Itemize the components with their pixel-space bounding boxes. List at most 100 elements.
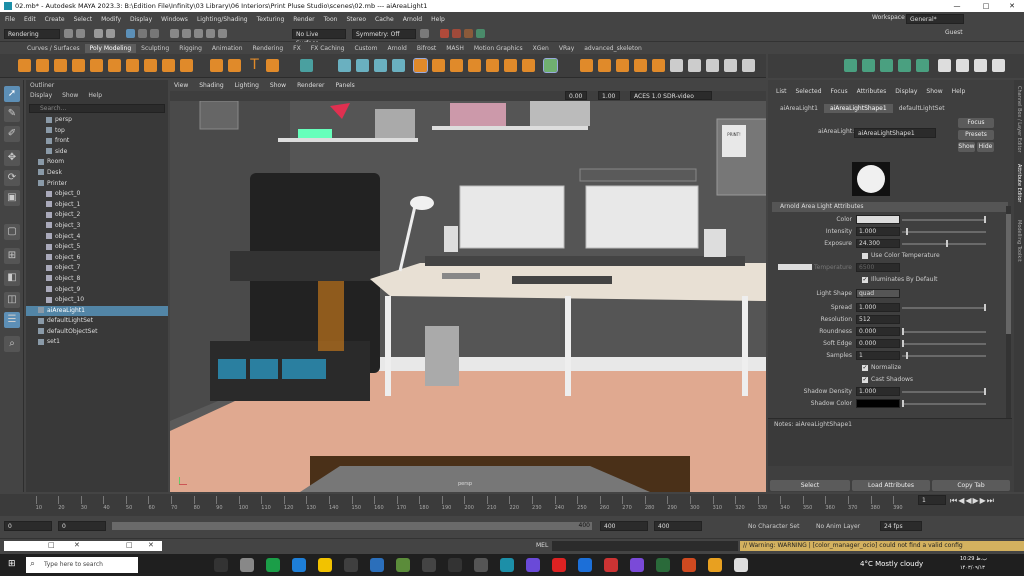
svg-icon[interactable] [266, 59, 279, 72]
close-icon[interactable]: ✕ [74, 541, 80, 549]
arnold-mesh-light-icon[interactable] [898, 59, 911, 72]
viewport-menu-item[interactable]: Panels [335, 82, 354, 89]
menu-edit[interactable]: Edit [24, 16, 36, 23]
delete-history-icon[interactable] [616, 59, 629, 72]
single-view-icon[interactable]: ▢ [4, 224, 20, 240]
torus-icon[interactable] [90, 59, 103, 72]
anim-layer-select[interactable]: No Anim Layer [816, 523, 860, 530]
center-pivot-icon[interactable] [580, 59, 593, 72]
outliner-item[interactable]: top [26, 126, 168, 137]
color-slider[interactable] [902, 216, 986, 223]
arnold-light-icon[interactable] [844, 59, 857, 72]
spread-slider[interactable] [902, 304, 986, 311]
current-frame-field[interactable]: 1 [918, 495, 946, 505]
app-white-icon[interactable] [734, 558, 748, 572]
snap-curve-icon[interactable] [182, 29, 191, 38]
menu-arnold[interactable]: Arnold [403, 16, 422, 23]
menu-create[interactable]: Create [45, 16, 65, 23]
four-view-icon[interactable]: ⊞ [4, 248, 20, 264]
load-attributes-button[interactable]: Load Attributes [852, 480, 930, 491]
menu-render[interactable]: Render [293, 16, 314, 23]
outliner-item[interactable]: object_2 [26, 210, 168, 221]
show-button[interactable]: Show [958, 142, 975, 152]
platonic-icon[interactable] [144, 59, 157, 72]
outliner-item[interactable]: defaultObjectSet [26, 327, 168, 338]
task-view-icon[interactable] [214, 558, 228, 572]
disc-icon[interactable] [126, 59, 139, 72]
lasso-tool-icon[interactable]: ✎ [4, 106, 20, 122]
select-object-icon[interactable] [138, 29, 147, 38]
outliner-item[interactable]: front [26, 136, 168, 147]
shelf-tab[interactable]: Motion Graphics [469, 44, 528, 53]
select-hierarchy-icon[interactable] [126, 29, 135, 38]
target-weld-icon[interactable] [522, 59, 535, 72]
select-button[interactable]: Select [770, 480, 850, 491]
outliner-menu-item[interactable]: Display [30, 92, 52, 102]
live-surface-field[interactable]: No Live Surface [292, 29, 346, 47]
symmetry-field[interactable]: Symmetry: Off [352, 29, 416, 39]
windows-start-icon[interactable]: ⊞ [8, 559, 16, 569]
render-settings-icon[interactable] [464, 29, 473, 38]
menu-toon[interactable]: Toon [324, 16, 338, 23]
uv-editor-icon[interactable] [543, 58, 558, 73]
shelf-tab[interactable]: Rigging [174, 44, 207, 53]
spread-field[interactable]: 1.000 [856, 303, 900, 312]
snap-grid-icon[interactable] [170, 29, 179, 38]
paint-select-icon[interactable]: ✐ [4, 126, 20, 142]
snap-point-icon[interactable] [194, 29, 203, 38]
range-slider[interactable]: 400 [112, 522, 592, 530]
ipr-render-icon[interactable] [452, 29, 461, 38]
arnold-flush-icon[interactable] [992, 59, 1005, 72]
app-dark-icon[interactable] [422, 558, 436, 572]
save-icon[interactable] [76, 29, 85, 38]
select-component-icon[interactable] [150, 29, 159, 38]
reverse-normal-icon[interactable] [634, 59, 647, 72]
app-leaf-icon[interactable] [396, 558, 410, 572]
arnold-photometric-icon[interactable] [916, 59, 929, 72]
restore-icon[interactable]: □ [126, 541, 133, 549]
minimized-window-1[interactable]: □ ✕ [4, 541, 98, 551]
mel-label[interactable]: MEL [536, 542, 548, 549]
cone-icon[interactable] [72, 59, 85, 72]
copy-tab-button[interactable]: Copy Tab [932, 480, 1010, 491]
attr-menu-item[interactable]: Display [895, 88, 917, 95]
unparent-icon[interactable] [724, 59, 737, 72]
clock-date[interactable]: ۱۴۰۳/۰۹/۱۳ [960, 565, 985, 571]
restore-icon[interactable]: □ [48, 541, 55, 549]
construction-history-icon[interactable] [420, 29, 429, 38]
undo-icon[interactable] [94, 29, 103, 38]
attr-tab[interactable]: aiAreaLight1 [774, 104, 824, 113]
plane-icon[interactable] [108, 59, 121, 72]
outliner-menu-item[interactable]: Help [88, 92, 102, 102]
app-gray-icon[interactable] [448, 558, 462, 572]
account-label[interactable]: Guest [945, 29, 963, 36]
multi-cut-icon[interactable] [504, 59, 517, 72]
attr-menu-item[interactable]: List [776, 88, 787, 95]
shelf-tab[interactable]: VRay [554, 44, 579, 53]
menu-texturing[interactable]: Texturing [257, 16, 285, 23]
attr-menu-item[interactable]: Selected [796, 88, 822, 95]
normalize-checkbox[interactable]: ✓ [862, 364, 868, 371]
use-color-temp-row[interactable]: Use Color Temperature [768, 250, 1008, 261]
minimize-button[interactable]: — [945, 0, 969, 12]
app-orange-icon[interactable] [682, 558, 696, 572]
rotate-tool-icon[interactable]: ⟳ [4, 170, 20, 186]
insert-loop-icon[interactable] [486, 59, 499, 72]
shelf-tab[interactable]: Poly Modeling [84, 43, 137, 53]
outliner-item[interactable]: object_8 [26, 274, 168, 285]
minimized-window-2[interactable]: □ ✕ [90, 541, 162, 551]
notes-area[interactable]: Notes: aiAreaLightShape1 [768, 418, 1012, 466]
parent-icon[interactable] [706, 59, 719, 72]
arnold-texture-icon[interactable] [956, 59, 969, 72]
taskbar-search-input[interactable]: Type here to search [26, 557, 138, 573]
close-button[interactable]: ✕ [1000, 0, 1024, 12]
shelf-tab[interactable]: XGen [528, 44, 554, 53]
redo-icon[interactable] [106, 29, 115, 38]
viewport-menu-item[interactable]: Shading [199, 82, 223, 89]
app-steam-icon[interactable] [474, 558, 488, 572]
outliner-item[interactable]: object_0 [26, 189, 168, 200]
arnold-render-view-icon[interactable] [938, 59, 951, 72]
layers-icon[interactable] [742, 59, 755, 72]
use-color-temp-checkbox[interactable] [862, 252, 868, 259]
snap-view-icon[interactable] [206, 29, 215, 38]
